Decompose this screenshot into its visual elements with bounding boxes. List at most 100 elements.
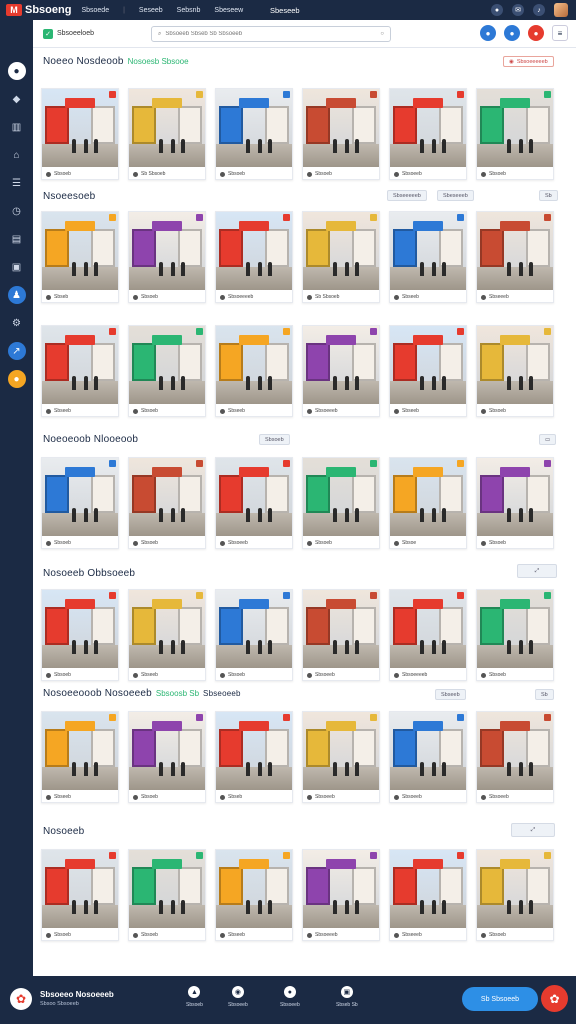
bottom-nav-item[interactable]: ▲ Sbsoeb <box>186 986 203 1008</box>
people-icon[interactable]: ♟ <box>7 286 26 304</box>
section-chip[interactable]: ⤢ <box>517 564 557 578</box>
home-icon[interactable]: ● <box>7 62 26 80</box>
section-chip[interactable]: Sb <box>539 190 558 201</box>
store-card[interactable]: Sbsoeb <box>215 88 293 180</box>
list-icon[interactable]: ☰ <box>8 174 26 192</box>
store-card[interactable]: Sbsoeb <box>41 88 119 180</box>
bottom-nav-item[interactable]: ◉ Sbsoeeb <box>228 986 248 1008</box>
top-nav-item[interactable]: Sbeseew <box>214 7 243 14</box>
avatar[interactable] <box>554 3 568 17</box>
clock-icon[interactable]: ◷ <box>8 202 26 220</box>
store-card[interactable]: Sbseeb <box>389 211 467 303</box>
store-card[interactable]: Sbsoeb <box>128 849 206 941</box>
notifications-button[interactable]: ● <box>480 25 496 41</box>
store-card[interactable]: Sbsoeb <box>128 711 206 803</box>
search-box[interactable]: ⌕ ○ <box>151 26 391 42</box>
store-card[interactable]: Sb Sbsoeb <box>128 88 206 180</box>
top-nav-item[interactable]: Seseeb <box>139 7 163 14</box>
store-card[interactable]: Sbseeb <box>215 849 293 941</box>
store-card[interactable]: Sbsoeb <box>302 457 380 549</box>
expand-icon[interactable]: ▭ <box>539 434 557 445</box>
bell-icon[interactable]: ♪ <box>533 4 545 16</box>
store-card[interactable]: Sbsoeb <box>128 211 206 303</box>
alerts-button[interactable]: ● <box>528 25 544 41</box>
store-card[interactable]: Sbsoeb <box>476 88 554 180</box>
fab-button[interactable]: ✿ <box>541 985 568 1012</box>
store-card[interactable]: Sbsoeeeb <box>302 849 380 941</box>
store-card[interactable]: Sbsoeb <box>215 589 293 681</box>
settings-icon[interactable]: ⚙ <box>8 314 26 332</box>
bottom-nav-item[interactable]: ● Sbsoeeb <box>280 986 300 1008</box>
store-card[interactable]: Sbseeb <box>41 325 119 417</box>
card-caption-text: Sbsoeb <box>228 171 245 177</box>
store-card[interactable]: Sbsoeb <box>476 457 554 549</box>
app-logo[interactable]: M Sbsoeng <box>6 4 71 16</box>
fullscreen-icon: ⤢ <box>530 826 536 833</box>
store-card[interactable]: Sbsoeeb <box>389 711 467 803</box>
menu-button[interactable]: ≡ <box>552 25 568 41</box>
store-photo <box>42 850 118 928</box>
store-card[interactable]: Sbsoeb <box>41 457 119 549</box>
search-submit-icon[interactable]: ○ <box>380 31 384 37</box>
store-card[interactable]: Sbseeeb <box>389 849 467 941</box>
trend-icon[interactable]: ↗ <box>7 342 26 360</box>
top-nav-item[interactable]: Sebsnb <box>177 7 201 14</box>
store-card[interactable]: Sbsoeb <box>476 589 554 681</box>
brand-icon[interactable]: ✿ <box>10 988 32 1010</box>
section-chip[interactable]: Sbeseeeb <box>437 190 474 201</box>
store-card[interactable]: Sbsoeb <box>128 457 206 549</box>
section-chip[interactable]: Sbseeb <box>435 689 466 700</box>
photo-person <box>528 899 533 914</box>
store-card[interactable]: Sbsoeb <box>128 325 206 417</box>
top-nav-item[interactable]: Sbsoede <box>81 7 109 14</box>
user-icon <box>307 794 312 800</box>
store-card[interactable]: Sbsoeeeeb <box>215 211 293 303</box>
store-card[interactable]: Sbseeb <box>215 325 293 417</box>
search-input[interactable] <box>165 31 381 37</box>
store-card[interactable]: Sbsoeb <box>41 849 119 941</box>
store-card[interactable]: Sbseeeb <box>476 211 554 303</box>
help-icon[interactable]: ● <box>7 370 26 388</box>
section-chip[interactable]: ⤢ <box>511 823 555 837</box>
store-card[interactable]: Sbsoe <box>389 457 467 549</box>
photo-person <box>72 761 77 776</box>
chart-icon[interactable]: ▤ <box>8 230 26 248</box>
section-chip[interactable]: Sbseeeeeb <box>387 190 427 201</box>
store-card[interactable]: Sbseb <box>215 711 293 803</box>
store-card[interactable]: Sbsoeeb <box>302 589 380 681</box>
bottom-nav-item[interactable]: ▣ Sbseb Sb <box>336 986 358 1008</box>
profile-button[interactable]: ● <box>504 25 520 41</box>
user-icon <box>133 672 138 678</box>
store-card[interactable]: Sbsoeeb <box>476 711 554 803</box>
user-icon <box>133 794 138 800</box>
message-icon[interactable]: ✉ <box>512 4 524 16</box>
photo-storefront <box>132 475 157 513</box>
store-card[interactable]: Sbseeb <box>128 589 206 681</box>
store-card[interactable]: Sbsoeeb <box>302 711 380 803</box>
store-card[interactable]: Sbsoeeb <box>215 457 293 549</box>
store-card[interactable]: Sbsoeb <box>302 88 380 180</box>
section-chip[interactable]: Sb <box>535 689 554 700</box>
store-card[interactable]: Sbseeb <box>41 711 119 803</box>
store-card[interactable]: Sbsoeb <box>41 589 119 681</box>
store-card[interactable]: Sbsoeeeb <box>302 325 380 417</box>
store-card[interactable]: Sbsoeeb <box>389 88 467 180</box>
store-card[interactable]: Sb Sbsoeb <box>302 211 380 303</box>
photo-person <box>72 138 77 153</box>
photo-storefront <box>306 106 331 144</box>
cart-icon[interactable]: ▣ <box>8 258 26 276</box>
user-icon[interactable]: ● <box>491 4 503 16</box>
section-chip[interactable]: ◉ Sbsoeeeeeb <box>503 56 554 67</box>
tag-icon[interactable]: ◆ <box>8 90 26 108</box>
store-card[interactable]: Sbsoeeeeb <box>389 589 467 681</box>
photo-floor <box>303 766 379 790</box>
store-card[interactable]: Sbsoeb <box>476 849 554 941</box>
store-card[interactable]: Sbseb <box>41 211 119 303</box>
photo-person <box>180 375 185 390</box>
cta-button[interactable]: Sb Sbsoeeb <box>462 987 538 1011</box>
store-icon[interactable]: ⌂ <box>8 146 26 164</box>
store-card[interactable]: Sbseeb <box>389 325 467 417</box>
section-chip[interactable]: Sbsoeb <box>259 434 290 445</box>
store-card[interactable]: Sbsoeb <box>476 325 554 417</box>
grid-icon[interactable]: ▥ <box>8 118 26 136</box>
